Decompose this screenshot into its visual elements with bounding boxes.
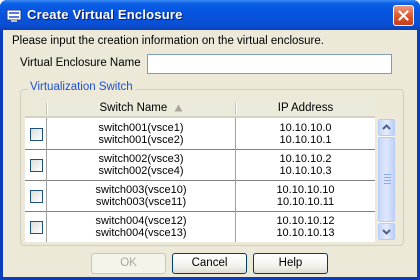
- ip-address: 10.10.10.12: [276, 215, 335, 227]
- switch-name: switch004(vsce13): [95, 227, 187, 239]
- row-checkbox[interactable]: [30, 190, 43, 203]
- scroll-down-button[interactable]: [378, 223, 395, 240]
- table-row[interactable]: switch004(vsce12) switch004(vsce13) 10.1…: [25, 212, 375, 242]
- switch-name-cell: switch002(vsce3) switch002(vsce4): [47, 153, 235, 177]
- switch-name: switch004(vsce12): [95, 215, 187, 227]
- ip-address: 10.10.10.3: [279, 165, 332, 177]
- ip-address: 10.10.10.0: [279, 122, 332, 134]
- enclosure-icon: [6, 7, 22, 23]
- dialog-window: Create Virtual Enclosure Please input th…: [0, 0, 420, 280]
- ip-address-cell: 10.10.10.12 10.10.10.13: [236, 215, 375, 239]
- header-switch-name-label: Switch Name: [99, 102, 168, 114]
- switch-name: switch001(vsce1): [98, 122, 184, 134]
- thumb-grip: [384, 180, 391, 181]
- help-button[interactable]: Help: [253, 253, 328, 274]
- thumb-grip: [384, 183, 391, 184]
- header-switch-name[interactable]: Switch Name: [47, 100, 236, 118]
- ip-address: 10.10.10.11: [276, 196, 335, 208]
- close-button[interactable]: [393, 5, 414, 26]
- header-divider: [47, 102, 48, 115]
- row-checkbox[interactable]: [30, 221, 43, 234]
- header-divider: [236, 102, 237, 115]
- sort-up-icon: [174, 104, 183, 112]
- column-divider: [235, 118, 236, 242]
- switch-table: Switch Name IP Address switch001(vsce1) …: [25, 100, 375, 242]
- dialog-body: Please input the creation information on…: [3, 30, 417, 277]
- switch-name: switch001(vsce2): [98, 134, 184, 146]
- window-title: Create Virtual Enclosure: [27, 7, 183, 22]
- scroll-thumb[interactable]: [378, 137, 395, 222]
- chevron-down-icon: [382, 229, 391, 235]
- column-divider: [46, 118, 47, 242]
- group-legend: Virtualization Switch: [28, 81, 135, 93]
- cancel-button[interactable]: Cancel: [172, 253, 247, 274]
- vertical-scrollbar[interactable]: [377, 119, 395, 240]
- switch-name: switch002(vsce4): [98, 165, 184, 177]
- scroll-up-button[interactable]: [378, 119, 395, 136]
- ip-address: 10.10.10.2: [279, 153, 332, 165]
- chevron-up-icon: [382, 124, 391, 130]
- close-icon: [398, 10, 409, 21]
- ip-address-cell: 10.10.10.10 10.10.10.11: [236, 184, 375, 208]
- table-row[interactable]: switch002(vsce3) switch002(vsce4) 10.10.…: [25, 150, 375, 181]
- thumb-grip: [384, 177, 391, 178]
- ok-button[interactable]: OK: [91, 253, 166, 274]
- header-ip-address[interactable]: IP Address: [236, 100, 375, 118]
- title-bar[interactable]: Create Virtual Enclosure: [0, 0, 420, 30]
- ip-address-cell: 10.10.10.2 10.10.10.3: [236, 153, 375, 177]
- instruction-text: Please input the creation information on…: [12, 35, 324, 47]
- ip-address: 10.10.10.1: [279, 134, 332, 146]
- row-checkbox[interactable]: [30, 159, 43, 172]
- header-checkbox-column[interactable]: [25, 100, 47, 118]
- switch-name: switch002(vsce3): [98, 153, 184, 165]
- thumb-grip: [384, 174, 391, 175]
- switch-name: switch003(vsce11): [95, 196, 187, 208]
- table-row[interactable]: switch003(vsce10) switch003(vsce11) 10.1…: [25, 181, 375, 212]
- header-ip-address-label: IP Address: [277, 102, 334, 114]
- switch-name-cell: switch003(vsce10) switch003(vsce11): [47, 184, 235, 208]
- switch-name: switch003(vsce10): [95, 184, 187, 196]
- switch-name-cell: switch001(vsce1) switch001(vsce2): [47, 122, 235, 146]
- ip-address: 10.10.10.10: [276, 184, 335, 196]
- enclosure-name-input[interactable]: [147, 54, 392, 74]
- table-row[interactable]: switch001(vsce1) switch001(vsce2) 10.10.…: [25, 119, 375, 150]
- row-checkbox[interactable]: [30, 128, 43, 141]
- switch-name-cell: switch004(vsce12) switch004(vsce13): [47, 215, 235, 239]
- enclosure-name-label: Virtual Enclosure Name: [20, 57, 141, 69]
- ip-address-cell: 10.10.10.0 10.10.10.1: [236, 122, 375, 146]
- ip-address: 10.10.10.13: [276, 227, 335, 239]
